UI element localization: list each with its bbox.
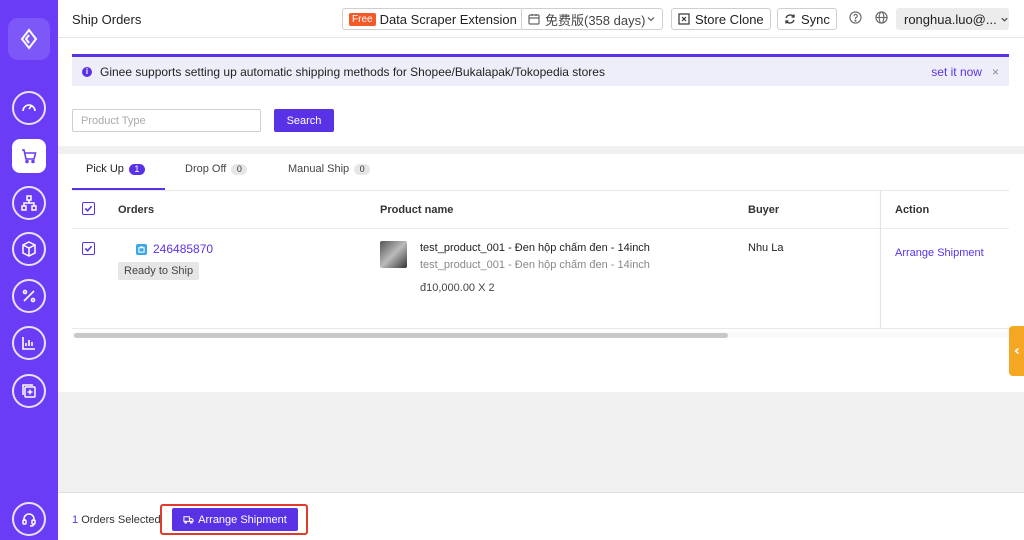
tab-manual-ship[interactable]: Manual Ship 0	[288, 163, 371, 175]
truck-icon	[183, 514, 198, 525]
tab-drop-off[interactable]: Drop Off 0	[185, 163, 248, 175]
status-badge: Ready to Ship	[118, 262, 200, 280]
column-header-product-name: Product name	[380, 204, 454, 216]
logo-icon[interactable]	[8, 18, 50, 60]
tab-count-badge: 1	[128, 163, 145, 175]
column-header-buyer: Buyer	[748, 204, 780, 216]
globe-icon[interactable]	[875, 11, 889, 25]
sync-icon	[784, 13, 796, 25]
page-title: Ship Orders	[72, 12, 142, 27]
data-scraper-button[interactable]: Free Data Scraper Extension	[342, 8, 524, 30]
headset-icon[interactable]	[12, 502, 46, 536]
top-header: Ship Orders Free Data Scraper Extension …	[58, 0, 1024, 38]
select-all-checkbox[interactable]	[82, 202, 95, 215]
bulk-action-footer: 1 Orders Selected Arrange Shipment	[58, 492, 1024, 540]
buyer-name: Nhu La	[748, 242, 784, 254]
product-price: đ10,000.00 X 2	[420, 282, 495, 294]
plan-select[interactable]: 免费版(358 days)	[521, 8, 663, 30]
tab-label: Pick Up	[86, 163, 124, 175]
chart-icon[interactable]	[12, 326, 46, 360]
scrollbar-thumb[interactable]	[74, 333, 728, 338]
user-label: ronghua.luo@...	[904, 11, 997, 27]
percent-icon[interactable]	[12, 279, 46, 313]
sitemap-icon[interactable]	[12, 186, 46, 220]
fixed-column-divider	[880, 191, 881, 328]
sync-label: Sync	[801, 11, 830, 27]
column-header-action: Action	[895, 204, 930, 216]
tab-label: Manual Ship	[288, 163, 350, 175]
search-button[interactable]: Search	[274, 109, 334, 132]
platform-icon	[136, 243, 147, 255]
row-checkbox[interactable]	[82, 242, 95, 255]
box-icon[interactable]	[12, 232, 46, 266]
main-content: i Ginee supports setting up automatic sh…	[58, 38, 1024, 492]
product-thumbnail	[380, 241, 407, 268]
product-type-input[interactable]	[72, 109, 261, 132]
user-menu[interactable]: ronghua.luo@...	[896, 8, 1009, 30]
info-icon: i	[82, 66, 92, 77]
plan-label: 免费版(358 days)	[545, 12, 646, 28]
tab-count-badge: 0	[231, 163, 248, 175]
add-square-icon[interactable]	[12, 374, 46, 408]
divider	[72, 328, 1009, 329]
divider	[72, 190, 1009, 191]
order-id: 246485870	[153, 242, 214, 256]
divider	[72, 228, 1009, 229]
close-icon[interactable]: ×	[992, 65, 999, 79]
free-badge: Free	[349, 12, 376, 26]
store-clone-button[interactable]: Store Clone	[671, 8, 771, 30]
column-header-orders: Orders	[118, 204, 155, 216]
arrange-shipment-button[interactable]: Arrange Shipment	[172, 508, 298, 531]
collapse-handle[interactable]	[1009, 326, 1024, 376]
chevron-down-icon	[646, 14, 656, 24]
tab-pick-up[interactable]: Pick Up 1	[86, 163, 145, 175]
notice-text: Ginee supports setting up automatic ship…	[100, 64, 605, 79]
arrange-shipment-label: Arrange Shipment	[198, 513, 287, 526]
dashboard-icon[interactable]	[12, 91, 46, 125]
set-it-now-link[interactable]: set it now	[931, 65, 982, 79]
store-clone-label: Store Clone	[695, 11, 764, 27]
chevron-down-icon	[1000, 15, 1009, 24]
order-id-link[interactable]: 246485870	[136, 242, 213, 256]
tab-label: Drop Off	[185, 163, 227, 175]
store-clone-icon	[678, 13, 690, 25]
cart-icon[interactable]	[12, 139, 46, 173]
selected-count: 1	[72, 514, 79, 526]
arrange-shipment-link[interactable]: Arrange Shipment	[895, 247, 984, 259]
sidebar	[0, 0, 58, 540]
tab-count-badge: 0	[354, 163, 371, 175]
calendar-icon	[528, 13, 540, 25]
sync-button[interactable]: Sync	[777, 8, 837, 30]
notice-bar: i Ginee supports setting up automatic sh…	[72, 54, 1009, 86]
data-scraper-label: Data Scraper Extension	[379, 11, 517, 27]
product-name: test_product_001 - Đen hộp chấm đen - 14…	[420, 242, 650, 254]
selected-label: Orders Selected	[81, 514, 161, 526]
chevron-left-icon	[1013, 347, 1021, 355]
product-variant: test_product_001 - Đen hộp chấm đen - 14…	[420, 259, 650, 271]
selected-count-text: 1 Orders Selected	[72, 514, 161, 526]
help-icon[interactable]	[849, 11, 863, 25]
